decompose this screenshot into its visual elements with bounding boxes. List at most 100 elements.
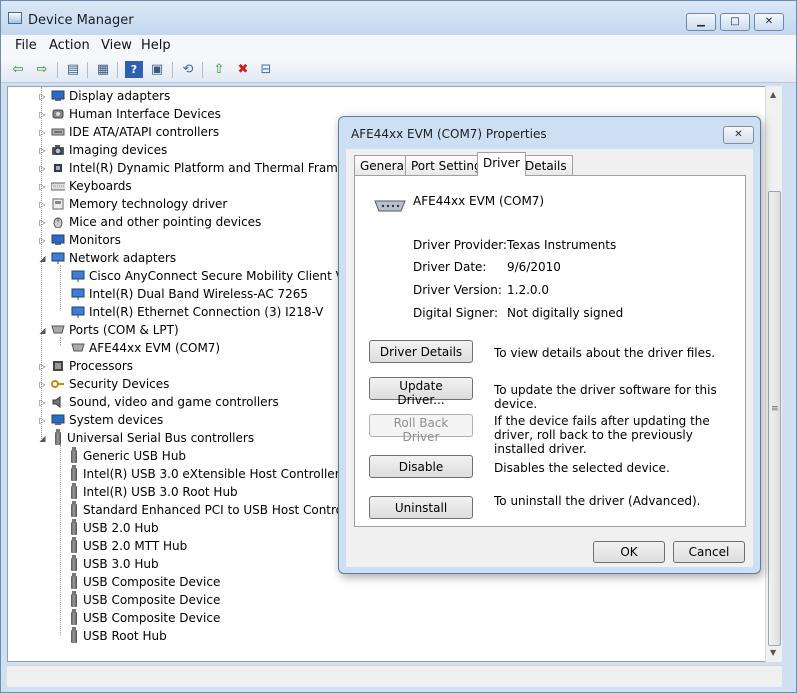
tree-item-label: Display adapters [69,89,171,103]
menu-action[interactable]: Action [49,38,90,53]
tree-item-label: Universal Serial Bus controllers [67,431,255,445]
minimize-button[interactable]: ▁ [686,13,716,31]
tree-item-label: Network adapters [69,251,177,265]
tree-item-label: Memory technology driver [69,197,228,211]
expand-arrow-icon[interactable]: ▷ [37,182,48,191]
tree-item-network-adapters[interactable]: ◢ Network adapters [37,249,176,267]
tree-item-sound-video-game[interactable]: ▷ Sound, video and game controllers [37,393,279,411]
tree-item-usb-child[interactable]: USB Composite Device [64,608,220,627]
tree-item-usb-child[interactable]: USB 2.0 Hub [64,518,159,537]
disable-button[interactable]: Disable [369,455,473,478]
tree-item-memory-technology-driver[interactable]: ▷ Memory technology driver [37,195,227,213]
roll-back-driver-description: If the device fails after updating the d… [494,414,710,456]
network-adapter-icon [71,306,85,319]
menu-file[interactable]: File [15,38,37,53]
cpu-chip-icon [51,162,65,175]
tree-item-usb-child[interactable]: USB 2.0 MTT Hub [64,536,187,555]
cancel-button[interactable]: Cancel [673,541,745,563]
view-icon[interactable]: ▣ [148,61,166,78]
maximize-button[interactable]: □ [720,13,750,31]
help-icon[interactable]: ? [125,61,143,78]
tree-item-label: Sound, video and game controllers [69,395,279,409]
scroll-down-arrow-icon[interactable]: ▼ [770,648,776,657]
tree-item-usb-child[interactable]: Intel(R) USB 3.0 eXtensible Host Control… [64,464,340,483]
tree-item-monitors[interactable]: ▷ Monitors [37,231,121,249]
scrollbar-thumb[interactable]: ≡ [768,191,781,646]
tree-guide-line [60,265,61,309]
tree-item-security-devices[interactable]: ▷ Security Devices [37,375,169,393]
menu-view[interactable]: View [101,38,132,53]
roll-back-driver-button[interactable]: Roll Back Driver [369,414,473,444]
tree-item-mice[interactable]: ▷ Mice and other pointing devices [37,213,261,231]
driver-provider-value: Texas Instruments [507,238,617,252]
expand-arrow-icon[interactable]: ▷ [37,146,48,155]
disable-icon[interactable]: ⊟ [257,61,275,78]
expand-arrow-icon[interactable]: ▷ [37,398,48,407]
tree-item-human-interface-devices[interactable]: ▷ Human Interface Devices [37,105,221,123]
collapse-arrow-icon[interactable]: ◢ [37,254,48,263]
dialog-body: General Port Settings Driver Details AFE… [346,149,753,567]
tree-item-network-child[interactable]: Intel(R) Ethernet Connection (3) I218-V [68,303,323,321]
expand-arrow-icon[interactable]: ▷ [37,164,48,173]
expand-arrow-icon[interactable]: ▷ [37,236,48,245]
expand-arrow-icon[interactable]: ▷ [37,218,48,227]
uninstall-button[interactable]: Uninstall [369,496,473,519]
tree-item-imaging-devices[interactable]: ▷ Imaging devices [37,141,167,159]
disable-description: Disables the selected device. [494,461,670,475]
tree-item-usb-child[interactable]: Intel(R) USB 3.0 Root Hub [64,482,238,501]
tree-item-network-child[interactable]: Intel(R) Dual Band Wireless-AC 7265 [68,285,308,303]
tree-item-label: Monitors [69,233,121,247]
collapse-arrow-icon[interactable]: ◢ [37,434,48,443]
tree-item-usb-controllers[interactable]: ◢ Universal Serial Bus controllers [37,428,255,447]
tree-item-afe44xx-evm[interactable]: AFE44xx EVM (COM7) [68,339,220,357]
tree-item-system-devices[interactable]: ▷ System devices [37,411,163,429]
serial-port-icon [373,198,407,217]
tree-item-usb-child[interactable]: Standard Enhanced PCI to USB Host Contro… [64,500,362,519]
digital-signer-value: Not digitally signed [507,306,624,320]
tree-item-usb-child[interactable]: USB Composite Device [64,572,220,591]
expand-arrow-icon[interactable]: ▷ [37,110,48,119]
tree-item-processors[interactable]: ▷ Processors [37,357,133,375]
tree-item-usb-child[interactable]: Generic USB Hub [64,446,186,465]
driver-version-label: Driver Version: [413,283,502,297]
tree-item-usb-child[interactable]: USB Composite Device [64,590,220,609]
scroll-up-arrow-icon[interactable]: ▲ [770,90,776,99]
expand-arrow-icon[interactable]: ▷ [37,92,48,101]
properties-icon[interactable]: ▦ [94,61,112,78]
system-device-icon [51,414,65,427]
update-driver-icon[interactable]: ⇧ [210,61,228,78]
tree-item-usb-child[interactable]: USB Root Hub [64,626,167,645]
expand-arrow-icon[interactable]: ▷ [37,380,48,389]
tree-item-intel-thermal-framework[interactable]: ▷ Intel(R) Dynamic Platform and Thermal … [37,159,374,177]
usb-plug-icon [71,536,77,553]
tree-scrollbar[interactable]: ▲ ≡ ▼ [765,86,782,662]
tab-details[interactable]: Details [519,155,573,175]
tree-item-ports[interactable]: ◢ Ports (COM & LPT) [37,321,178,339]
title-bar[interactable]: Device Manager ▁ □ ✕ [1,1,796,35]
tree-item-label: USB Root Hub [83,629,167,643]
tree-item-keyboards[interactable]: ▷ Keyboards [37,177,131,195]
scan-hardware-icon[interactable]: ⟲ [179,61,197,78]
forward-icon[interactable]: ⇨ [33,61,51,78]
expand-arrow-icon[interactable]: ▷ [37,200,48,209]
uninstall-icon[interactable]: ✖ [234,61,252,78]
expand-arrow-icon[interactable]: ▷ [37,416,48,425]
back-icon[interactable]: ⇦ [9,61,27,78]
collapse-arrow-icon[interactable]: ◢ [37,326,48,335]
driver-details-button[interactable]: Driver Details [369,340,473,363]
tree-item-label: System devices [69,413,164,427]
network-adapter-icon [71,270,85,283]
ok-button[interactable]: OK [593,541,665,563]
update-driver-button[interactable]: Update Driver... [369,377,473,407]
digital-signer-label: Digital Signer: [413,306,499,320]
tab-driver[interactable]: Driver [477,152,526,176]
expand-arrow-icon[interactable]: ▷ [37,128,48,137]
close-button[interactable]: ✕ [754,13,784,31]
tree-item-ide-controllers[interactable]: ▷ IDE ATA/ATAPI controllers [37,123,219,141]
dialog-close-button[interactable]: ✕ [723,126,754,144]
menu-help[interactable]: Help [141,38,171,53]
expand-arrow-icon[interactable]: ▷ [37,362,48,371]
tree-item-display-adapters[interactable]: ▷ Display adapters [37,87,170,105]
show-hide-console-tree-icon[interactable]: ▤ [64,61,82,78]
tree-item-usb-child[interactable]: USB 3.0 Hub [64,554,159,573]
